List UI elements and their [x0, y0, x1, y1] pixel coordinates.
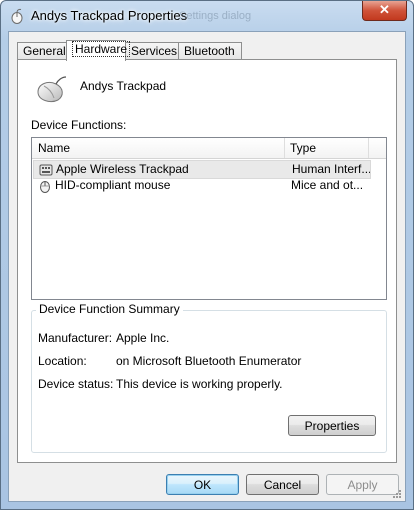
location-label: Location: [38, 354, 87, 368]
row-name: HID-compliant mouse [55, 178, 171, 192]
properties-button-label: Properties [304, 419, 360, 433]
list-header: Name Type [32, 138, 386, 159]
summary-title: Device Function Summary [36, 302, 183, 316]
title-bar[interactable]: Andys Trackpad Properties Settings dialo… [1, 1, 413, 31]
ok-button[interactable]: OK [166, 474, 239, 495]
tab-services-label: Services [131, 44, 178, 58]
cancel-button[interactable]: Cancel [246, 474, 319, 495]
tab-hardware[interactable]: Hardware [66, 40, 131, 61]
apply-button[interactable]: Apply [326, 474, 399, 495]
device-status-value: This device is working properly. [116, 377, 283, 391]
device-name: Andys Trackpad [80, 79, 167, 93]
properties-button[interactable]: Properties [288, 415, 376, 436]
row-name: Apple Wireless Trackpad [56, 162, 189, 176]
tab-services[interactable]: Services [125, 42, 184, 60]
row-type: Human Interf... [292, 162, 370, 176]
column-header-type[interactable]: Type [284, 138, 370, 158]
tab-bluetooth-label: Bluetooth [184, 44, 235, 58]
apply-button-label: Apply [347, 478, 378, 492]
tab-general[interactable]: General [17, 42, 69, 60]
resize-grip-icon[interactable] [392, 489, 402, 499]
column-divider[interactable] [368, 138, 369, 158]
close-button[interactable]: ✕ [362, 1, 407, 21]
close-icon: ✕ [379, 2, 390, 17]
window-title: Andys Trackpad Properties [31, 8, 188, 23]
keyboard-icon [39, 164, 53, 176]
tab-general-label: General [23, 44, 66, 58]
tab-bluetooth[interactable]: Bluetooth [178, 42, 242, 60]
ok-button-label: OK [193, 478, 212, 492]
dialog-client-area: General Hardware Services Bluetooth Andy… [8, 31, 406, 502]
column-header-name[interactable]: Name [32, 138, 282, 158]
device-functions-list[interactable]: Name Type Apple Wireless Trackpad Human … [31, 137, 387, 300]
hardware-tab-panel: Andys Trackpad Device Functions: Name Ty… [17, 59, 397, 463]
mouse-icon [11, 8, 23, 24]
device-function-summary: Device Function Summary Manufacturer: Ap… [31, 302, 387, 453]
tab-hardware-label: Hardware [72, 41, 131, 57]
cancel-button-label: Cancel [263, 478, 302, 492]
list-item[interactable]: HID-compliant mouse Mice and ot... [33, 177, 369, 194]
mouse-icon [37, 76, 67, 103]
manufacturer-value: Apple Inc. [116, 331, 170, 345]
location-value: on Microsoft Bluetooth Enumerator [116, 354, 302, 368]
device-functions-label: Device Functions: [31, 118, 127, 132]
title-ghost-text: Settings dialog [179, 10, 252, 22]
properties-window: Andys Trackpad Properties Settings dialo… [0, 0, 414, 510]
mouse-icon [40, 181, 50, 193]
row-type: Mice and ot... [291, 178, 364, 192]
manufacturer-label: Manufacturer: [38, 331, 113, 345]
device-status-label: Device status: [38, 377, 114, 391]
